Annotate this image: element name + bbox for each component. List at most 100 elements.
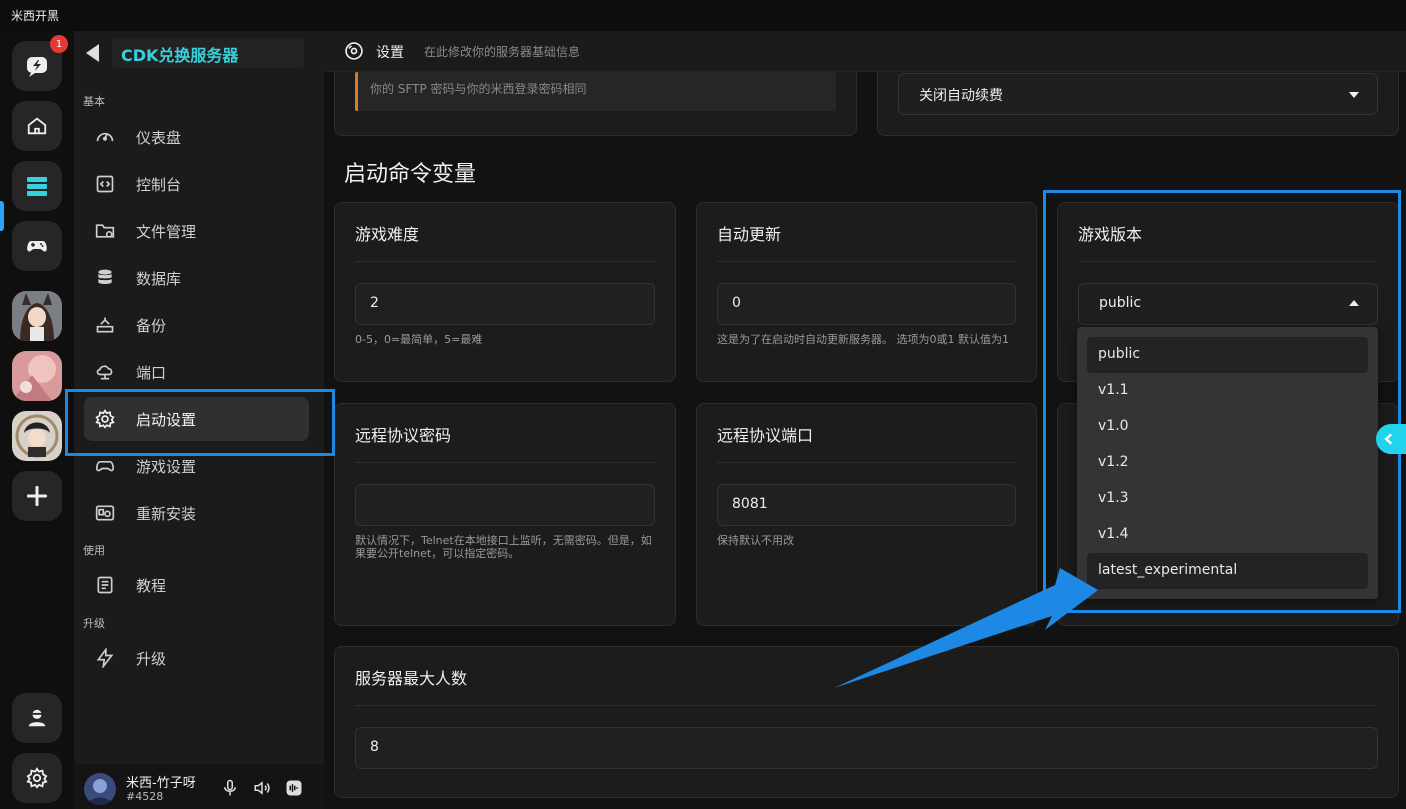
remote-password-card: 远程协议密码 默认情况下，Telnet在本地接口上监听，无需密码。但是，如果要公… <box>334 403 676 626</box>
anime-boy-avatar-icon <box>12 411 62 461</box>
section-use: 使用 <box>83 544 105 557</box>
sidebar-item-backup[interactable]: 备份 <box>84 303 309 347</box>
dropdown-option[interactable]: v1.2 <box>1087 445 1368 481</box>
user-icon <box>28 709 46 727</box>
remote-port-input[interactable]: 8081 <box>717 484 1016 526</box>
sidebar-item-tutorial[interactable]: 教程 <box>84 563 309 607</box>
backup-icon <box>94 314 116 336</box>
auto-renew-select[interactable]: 关闭自动续费 <box>898 73 1378 115</box>
voice-ai-button[interactable] <box>283 777 305 799</box>
divider <box>355 462 655 463</box>
sidebar-item-reinstall[interactable]: 重新安装 <box>84 491 309 535</box>
main-content: 设置 在此修改你的服务器基础信息 你的 SFTP 密码与你的米西登录密码相同 关… <box>324 31 1406 809</box>
servers-button[interactable] <box>12 161 62 211</box>
auto-update-hint: 这是为了在启动时自动更新服务器。 选项为0或1 默认值为1 <box>717 333 1009 346</box>
game-version-dropdown: public v1.1 v1.0 v1.2 v1.3 v1.4 latest_e… <box>1077 327 1378 599</box>
sidebar-item-label: 文件管理 <box>136 222 197 241</box>
max-players-card: 服务器最大人数 8 <box>334 646 1399 798</box>
chevron-down-icon <box>1349 92 1359 98</box>
side-expand-button[interactable] <box>1376 424 1406 454</box>
server-sidebar: CDK兑换服务器 基本 仪表盘 控制台 文件管理 数据库 备份 端口 启动设置 … <box>74 31 324 809</box>
speaker-button[interactable] <box>251 777 273 799</box>
sidebar-item-label: 启动设置 <box>136 410 197 429</box>
sidebar-item-database[interactable]: 数据库 <box>84 256 309 300</box>
title-bar: 米西开黑 <box>0 0 1406 31</box>
games-button[interactable] <box>12 221 62 271</box>
home-icon <box>27 117 47 135</box>
auto-update-card: 自动更新 0 这是为了在启动时自动更新服务器。 选项为0或1 默认值为1 <box>696 202 1037 382</box>
divider <box>1078 261 1378 262</box>
sidebar-item-label: 端口 <box>136 363 167 382</box>
divider <box>717 462 1016 463</box>
gamepad-icon <box>94 455 116 477</box>
settings-button[interactable] <box>12 753 62 803</box>
sidebar-item-label: 教程 <box>136 576 167 595</box>
sidebar-item-upgrade[interactable]: 升级 <box>84 636 309 680</box>
sidebar-header: CDK兑换服务器 <box>74 31 324 75</box>
app-title: 米西开黑 <box>11 9 60 23</box>
section-upgrade: 升级 <box>83 617 105 630</box>
reinstall-icon <box>94 502 116 524</box>
add-server-button[interactable] <box>12 471 62 521</box>
divider <box>355 261 655 262</box>
gear-icon <box>26 767 48 789</box>
sidebar-item-ports[interactable]: 端口 <box>84 350 309 394</box>
home-button[interactable] <box>12 101 62 151</box>
dropdown-option[interactable]: v1.1 <box>1087 373 1368 409</box>
difficulty-hint: 0-5，0=最简单，5=最难 <box>355 333 483 346</box>
database-icon <box>94 267 116 289</box>
remote-port-hint: 保持默认不用改 <box>717 534 794 547</box>
gear-icon <box>94 408 116 430</box>
cloud-network-icon <box>94 361 116 383</box>
page-title: 设置 <box>376 45 404 61</box>
divider <box>355 705 1378 706</box>
account-button[interactable] <box>12 693 62 743</box>
app-rail: 1 <box>0 31 74 809</box>
page-header: 设置 在此修改你的服务器基础信息 <box>324 31 1406 72</box>
user-avatar[interactable] <box>84 773 116 805</box>
max-players-input[interactable]: 8 <box>355 727 1378 769</box>
sidebar-item-files[interactable]: 文件管理 <box>84 209 309 253</box>
dropdown-option[interactable]: v1.0 <box>1087 409 1368 445</box>
chevron-left-icon <box>1384 433 1393 445</box>
page-description: 在此修改你的服务器基础信息 <box>424 45 581 59</box>
server-avatar-1[interactable] <box>12 291 62 341</box>
gamepad-icon <box>27 241 47 252</box>
lightning-icon <box>94 647 116 669</box>
microphone-button[interactable] <box>219 777 241 799</box>
section-title: 启动命令变量 <box>344 162 477 187</box>
user-name: 米西-竹子呀 <box>126 776 196 791</box>
chevron-up-icon <box>1349 300 1359 306</box>
card-title: 游戏版本 <box>1078 225 1143 244</box>
notification-badge: 1 <box>50 35 68 53</box>
messages-button[interactable]: 1 <box>12 35 68 91</box>
rail-active-indicator <box>0 201 4 231</box>
dropdown-option[interactable]: public <box>1087 337 1368 373</box>
code-icon <box>94 173 116 195</box>
auto-update-input[interactable]: 0 <box>717 283 1016 325</box>
remote-password-input[interactable] <box>355 484 655 526</box>
back-arrow-icon[interactable] <box>86 44 99 62</box>
dropdown-option[interactable]: v1.4 <box>1087 517 1368 553</box>
dropdown-option[interactable]: v1.3 <box>1087 481 1368 517</box>
remote-port-card: 远程协议端口 8081 保持默认不用改 <box>696 403 1037 626</box>
sidebar-item-dashboard[interactable]: 仪表盘 <box>84 115 309 159</box>
server-avatar-2[interactable] <box>12 351 62 401</box>
card-title: 远程协议密码 <box>355 426 452 445</box>
game-version-select[interactable]: public <box>1078 283 1378 325</box>
card-title: 远程协议端口 <box>717 426 814 445</box>
difficulty-input[interactable]: 2 <box>355 283 655 325</box>
sidebar-item-console[interactable]: 控制台 <box>84 162 309 206</box>
document-icon <box>94 574 116 596</box>
section-basic: 基本 <box>83 95 105 108</box>
sidebar-item-startup[interactable]: 启动设置 <box>84 397 309 441</box>
sidebar-item-game-settings[interactable]: 游戏设置 <box>84 444 309 488</box>
card-title: 服务器最大人数 <box>355 669 468 688</box>
divider <box>717 261 1016 262</box>
dropdown-option[interactable]: latest_experimental <box>1087 553 1368 589</box>
sidebar-item-label: 数据库 <box>136 269 182 288</box>
pink-avatar-icon <box>12 351 62 401</box>
sidebar-item-label: 控制台 <box>136 175 182 194</box>
settings-disc-icon <box>345 42 363 60</box>
server-avatar-3[interactable] <box>12 411 62 461</box>
